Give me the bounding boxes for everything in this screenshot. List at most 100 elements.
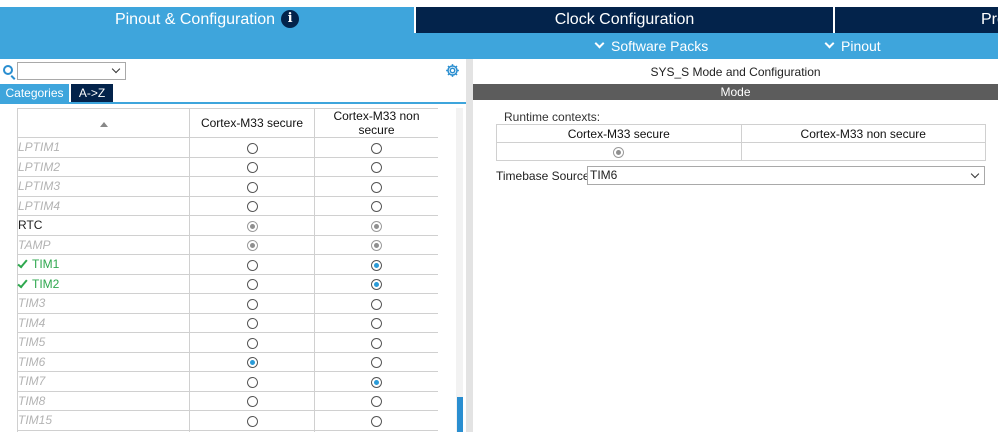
table-row[interactable]: TIM2 xyxy=(17,273,438,294)
radio-secure[interactable] xyxy=(246,318,258,330)
chevron-down-icon xyxy=(594,38,605,49)
table-row[interactable]: LPTIM2 xyxy=(17,156,438,177)
gear-icon[interactable] xyxy=(445,63,460,78)
radio-nonsecure[interactable] xyxy=(371,162,382,174)
table-row[interactable]: TIM15 xyxy=(17,410,438,431)
radio-nonsecure[interactable] xyxy=(371,259,382,271)
mode-config-title: SYS_S Mode and Configuration xyxy=(650,65,821,79)
radio-secure[interactable] xyxy=(246,376,258,388)
peripheral-label: RTC xyxy=(18,218,43,233)
peripheral-name[interactable]: LPTIM3 xyxy=(17,176,190,197)
sort-header[interactable] xyxy=(17,108,190,138)
radio-secure[interactable] xyxy=(246,337,258,349)
peripheral-name[interactable]: RTC xyxy=(17,215,190,236)
radio-nonsecure[interactable] xyxy=(371,201,382,213)
timebase-source-select[interactable]: TIM6 xyxy=(587,166,985,185)
peripheral-name[interactable]: TIM2 xyxy=(17,273,190,294)
peripheral-name[interactable]: TAMP xyxy=(17,234,190,255)
radio-nonsecure[interactable] xyxy=(371,279,382,291)
peripheral-name[interactable]: TIM7 xyxy=(17,371,190,392)
tab-project-manager[interactable]: Project Manager xyxy=(835,7,998,33)
table-row[interactable]: TIM5 xyxy=(17,332,438,353)
chevron-down-icon[interactable] xyxy=(970,169,980,179)
sort-icon[interactable] xyxy=(99,122,108,127)
peripheral-name[interactable]: LPTIM4 xyxy=(17,195,190,216)
radio-secure[interactable] xyxy=(246,357,258,369)
pinout-menu-label: Pinout xyxy=(841,38,881,54)
radio-secure[interactable] xyxy=(246,201,258,213)
table-row[interactable]: TAMP xyxy=(17,234,438,255)
scrollbar[interactable] xyxy=(456,108,463,432)
peripheral-name[interactable]: TIM6 xyxy=(17,351,190,372)
table-row[interactable]: TIM7 xyxy=(17,371,438,392)
panel-divider[interactable] xyxy=(466,59,473,432)
radio-nonsecure[interactable] xyxy=(371,298,382,310)
peripheral-name[interactable]: TIM4 xyxy=(17,312,190,333)
scrollbar-thumb[interactable] xyxy=(457,397,463,432)
table-row[interactable]: TIM8 xyxy=(17,390,438,411)
chevron-down-icon[interactable] xyxy=(111,64,121,74)
radio-secure[interactable] xyxy=(246,396,258,408)
table-row[interactable]: RTC xyxy=(17,215,438,236)
radio-nonsecure[interactable] xyxy=(371,337,382,349)
radio-secure xyxy=(246,220,258,232)
table-row[interactable]: LPTIM1 xyxy=(17,137,438,158)
radio-secure[interactable] xyxy=(246,162,258,174)
radio-nonsecure[interactable] xyxy=(371,415,382,427)
top-tab-bar: Pinout & Configuration i Clock Configurat… xyxy=(0,0,998,33)
radio-nonsecure xyxy=(371,240,382,252)
radio-cell-nonsecure xyxy=(314,351,438,372)
table-row[interactable]: TIM6 xyxy=(17,351,438,372)
radio-cell-secure xyxy=(189,273,315,294)
table-row[interactable]: TIM3 xyxy=(17,293,438,314)
radio-secure[interactable] xyxy=(246,142,258,154)
runtime-context-table: Cortex-M33 secure Cortex-M33 non secure xyxy=(496,124,986,161)
radio-secure[interactable] xyxy=(246,279,258,291)
peripheral-name[interactable]: LPTIM1 xyxy=(17,137,190,158)
radio-nonsecure[interactable] xyxy=(371,142,382,154)
radio-cell-secure xyxy=(189,156,315,177)
radio-nonsecure[interactable] xyxy=(371,357,382,369)
radio-secure xyxy=(246,240,258,252)
info-icon[interactable]: i xyxy=(281,10,300,28)
peripheral-name[interactable]: TIM5 xyxy=(17,332,190,353)
peripheral-name[interactable]: TIM8 xyxy=(17,390,190,411)
radio-cell-secure xyxy=(189,195,315,216)
peripheral-label: LPTIM3 xyxy=(18,179,61,194)
peripheral-name[interactable]: TIM3 xyxy=(17,293,190,314)
radio-secure[interactable] xyxy=(246,415,258,427)
radio-cell-nonsecure xyxy=(314,215,438,236)
radio-cell-secure xyxy=(189,293,315,314)
radio-cell-nonsecure xyxy=(314,371,438,392)
table-row[interactable]: TIM4 xyxy=(17,312,438,333)
radio-cell-nonsecure xyxy=(314,332,438,353)
peripheral-label: TIM3 xyxy=(18,296,46,311)
sub-menu-bar: Software Packs Pinout xyxy=(0,33,998,59)
table-row[interactable]: TIM1 xyxy=(17,254,438,275)
runtime-contexts-label: Runtime contexts: xyxy=(504,110,601,124)
table-row[interactable]: LPTIM3 xyxy=(17,176,438,197)
radio-nonsecure[interactable] xyxy=(371,376,382,388)
pinout-menu[interactable]: Pinout xyxy=(824,33,881,59)
radio-secure[interactable] xyxy=(246,181,258,193)
peripheral-name[interactable]: TIM15 xyxy=(17,410,190,431)
software-packs-menu[interactable]: Software Packs xyxy=(594,33,708,59)
tab-pinout-configuration[interactable]: Pinout & Configuration i xyxy=(0,7,414,33)
radio-nonsecure[interactable] xyxy=(371,396,382,408)
peripheral-rows: LPTIM1 LPTIM2 LPTIM3 LPTIM4 RTC TAMP TIM1 TIM2 T… xyxy=(17,137,438,432)
radio-nonsecure[interactable] xyxy=(371,318,382,330)
radio-secure[interactable] xyxy=(246,298,258,310)
tab-categories[interactable]: Categories xyxy=(0,84,69,102)
radio-cell-secure xyxy=(189,137,315,158)
tab-a-z[interactable]: A->Z xyxy=(71,84,113,102)
context-secure-cell xyxy=(496,142,742,161)
table-row[interactable]: LPTIM4 xyxy=(17,195,438,216)
radio-secure[interactable] xyxy=(246,259,258,271)
peripheral-label: LPTIM4 xyxy=(18,198,61,213)
peripheral-name[interactable]: TIM1 xyxy=(17,254,190,275)
search-input[interactable] xyxy=(17,62,126,80)
peripheral-name[interactable]: LPTIM2 xyxy=(17,156,190,177)
radio-nonsecure[interactable] xyxy=(371,181,382,193)
tab-clock-configuration[interactable]: Clock Configuration xyxy=(416,7,833,33)
radio-cell-secure xyxy=(189,215,315,236)
